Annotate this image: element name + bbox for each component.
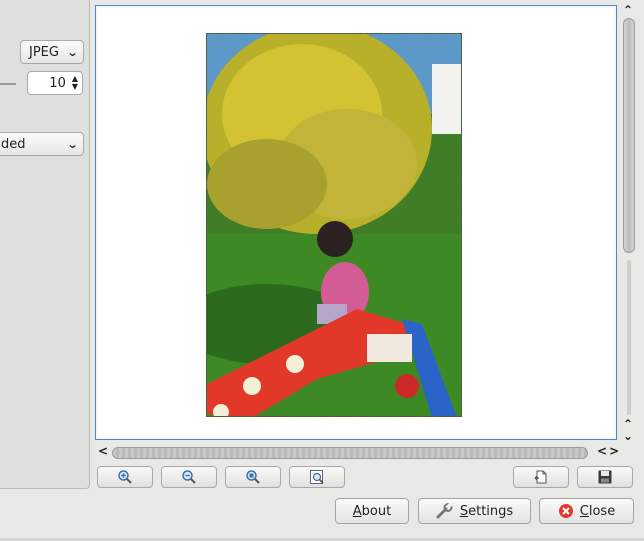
close-icon xyxy=(558,504,573,518)
quality-value: 10 xyxy=(49,75,66,91)
scroll-arrows: <> xyxy=(597,444,621,458)
spin-arrows-icon[interactable]: ▲ ▼ xyxy=(72,75,78,91)
format-combo-value: JPEG xyxy=(29,44,59,60)
chevron-down-icon: ⌄ xyxy=(66,45,79,59)
scanned-photo-image xyxy=(207,34,461,416)
close-label-rest: lose xyxy=(588,503,616,519)
horizontal-scrollbar[interactable]: < xyxy=(95,444,617,460)
scanned-photo[interactable] xyxy=(206,33,462,417)
chevron-down-icon[interactable]: ⌄ xyxy=(623,429,633,443)
close-button-label: Close xyxy=(580,504,615,519)
zoom-to-selection-button[interactable] xyxy=(225,466,281,488)
vertical-scrollbar-track[interactable] xyxy=(627,260,631,415)
settings-label-rest: ettings xyxy=(468,503,514,519)
scan-preview[interactable] xyxy=(95,5,617,440)
quality-spinbox[interactable]: 10 ▲ ▼ xyxy=(27,71,83,95)
about-button-label: About xyxy=(353,504,391,519)
about-mnemonic: A xyxy=(352,503,362,519)
chevron-right-icon[interactable]: > xyxy=(609,444,621,458)
format-combo[interactable]: JPEG ⌄ xyxy=(20,40,84,64)
horizontal-scrollbar-thumb[interactable] xyxy=(112,447,588,459)
close-button[interactable]: Close xyxy=(539,498,634,524)
rotate-button[interactable] xyxy=(513,466,569,488)
zoom-out-icon xyxy=(182,470,196,484)
save-button[interactable] xyxy=(577,466,633,488)
chevron-left-icon[interactable]: < xyxy=(597,444,609,458)
vertical-scrollbar-thumb[interactable] xyxy=(623,18,635,253)
chevron-left-icon[interactable]: < xyxy=(98,444,108,458)
zoom-fit-icon xyxy=(310,470,324,484)
vertical-scrollbar[interactable]: ⌃ ⌃ ⌄ xyxy=(621,3,637,443)
settings-button-label: Settings xyxy=(460,504,513,519)
settings-button[interactable]: Settings xyxy=(418,498,531,524)
zoom-out-button[interactable] xyxy=(161,466,217,488)
zoom-to-selection-icon xyxy=(246,470,260,484)
zoom-in-button[interactable] xyxy=(97,466,153,488)
chevron-down-icon: ⌄ xyxy=(66,137,79,151)
settings-mnemonic: S xyxy=(459,503,469,519)
zoom-fit-button[interactable] xyxy=(289,466,345,488)
about-button[interactable]: About xyxy=(335,498,409,524)
zoom-in-icon xyxy=(118,470,132,484)
mode-combo-value: ded xyxy=(1,136,26,152)
wrench-icon xyxy=(436,503,453,519)
save-icon xyxy=(598,470,612,484)
mode-combo[interactable]: ded ⌄ xyxy=(0,132,84,156)
close-mnemonic: C xyxy=(579,503,589,519)
quality-slider[interactable] xyxy=(0,83,16,85)
chevron-up-icon[interactable]: ⌃ xyxy=(623,3,633,17)
about-label-rest: bout xyxy=(361,503,392,519)
rotate-icon xyxy=(534,470,547,484)
